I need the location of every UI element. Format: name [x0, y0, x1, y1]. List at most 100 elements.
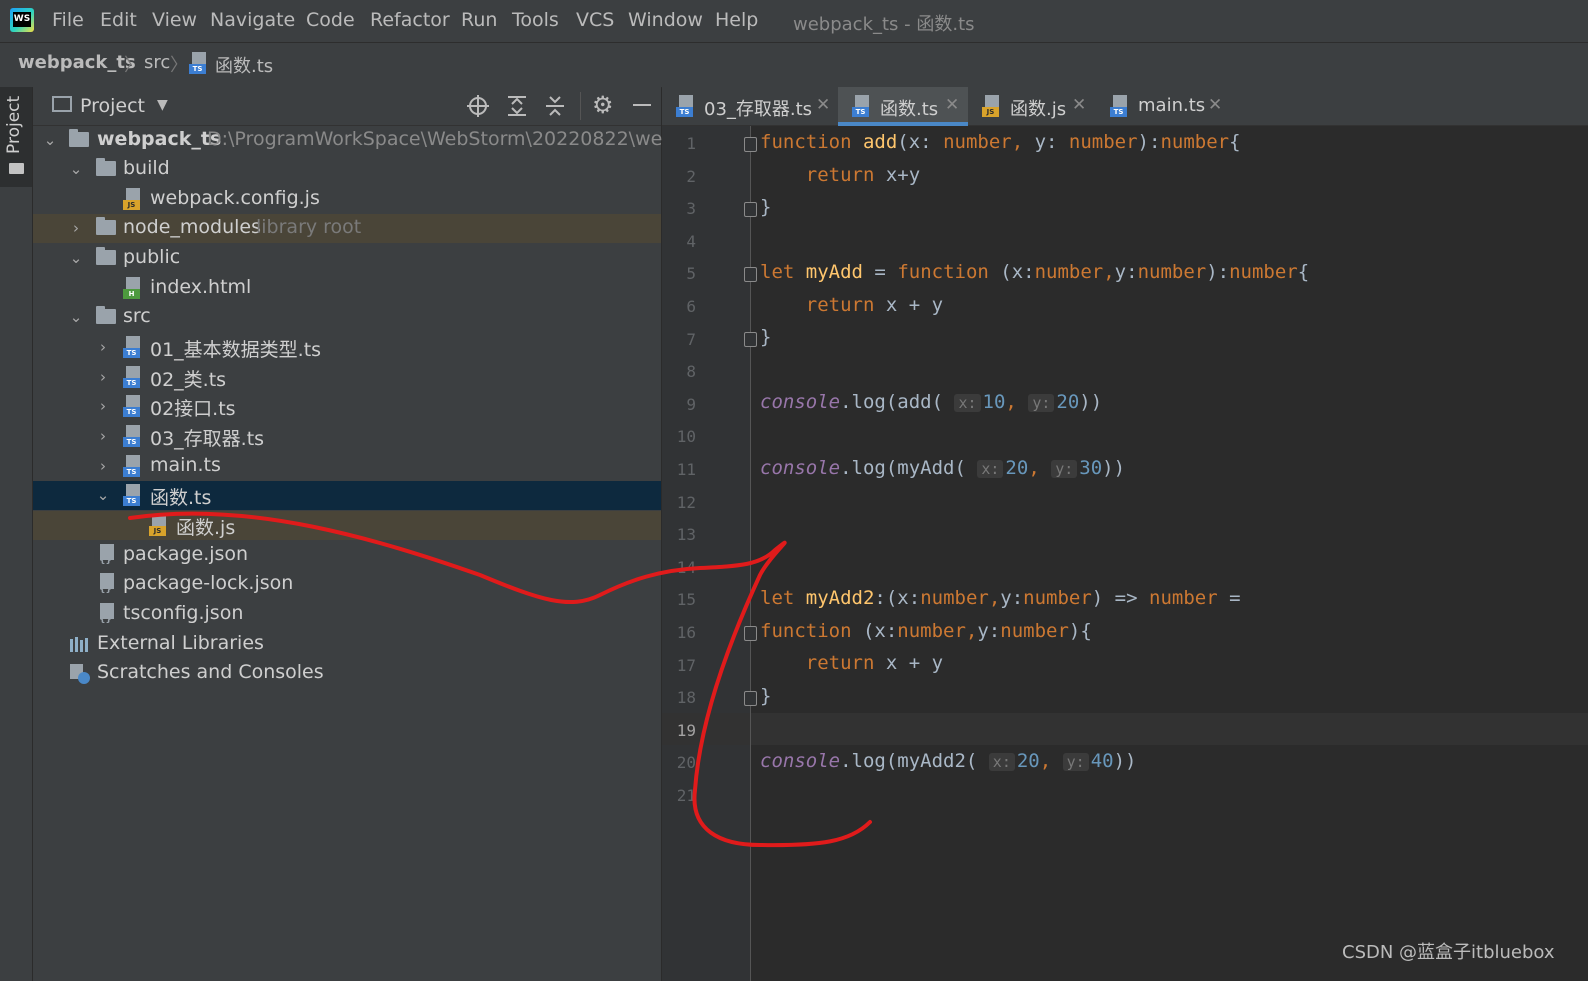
line-number: 11: [676, 460, 696, 479]
breadcrumb-project[interactable]: webpack_ts: [18, 52, 136, 73]
tree-item-hanshu-js[interactable]: JS 函数.js: [33, 511, 661, 540]
menu-help[interactable]: Help: [715, 9, 758, 31]
chevron-right-icon[interactable]: ›: [93, 426, 113, 446]
fold-marker-icon[interactable]: [744, 691, 757, 706]
code-line-2[interactable]: return x+y: [760, 164, 920, 186]
code-line-20[interactable]: console.log(myAdd2( x: 20, y: 40)): [760, 750, 1137, 772]
menu-edit[interactable]: Edit: [100, 9, 137, 31]
tree-item-03[interactable]: › TS 03_存取器.ts: [33, 422, 661, 451]
menu-navigate[interactable]: Navigate: [210, 9, 295, 31]
chevron-right-icon[interactable]: ›: [93, 396, 113, 416]
chevron-right-icon[interactable]: ›: [66, 218, 86, 238]
fold-marker-icon[interactable]: [744, 202, 757, 217]
chevron-down-icon[interactable]: ⌄: [66, 307, 86, 327]
folder-icon: [69, 129, 89, 147]
code-line-5[interactable]: let myAdd = function (x:number,y:number)…: [760, 261, 1309, 283]
menu-window[interactable]: Window: [628, 9, 703, 31]
menu-run[interactable]: Run: [461, 9, 497, 31]
window-title: webpack_ts - 函数.ts: [793, 14, 975, 35]
menu-file[interactable]: File: [52, 9, 84, 31]
code-line-7[interactable]: }: [760, 326, 771, 348]
tree-item-01[interactable]: › TS 01_基本数据类型.ts: [33, 333, 661, 362]
line-number: 21: [676, 786, 696, 805]
breadcrumb-file[interactable]: 函数.ts: [215, 52, 273, 78]
chevron-down-icon[interactable]: ⌄: [66, 248, 86, 268]
project-panel-title[interactable]: Project: [80, 95, 145, 117]
code-line-18[interactable]: }: [760, 685, 771, 707]
gear-icon[interactable]: ⚙: [592, 91, 614, 119]
line-number: 4: [686, 232, 696, 251]
code-line-9[interactable]: console.log(add( x: 10, y: 20)): [760, 391, 1102, 413]
tree-item-external-libraries[interactable]: External Libraries: [33, 630, 661, 659]
tab-hanshu-ts[interactable]: TS 函数.ts ✕: [838, 87, 968, 125]
tree-item-hanshu-ts[interactable]: ⌄ TS 函数.ts: [33, 481, 661, 510]
tree-item-webpack-config[interactable]: JS webpack.config.js: [33, 185, 661, 214]
tree-item-02-interface[interactable]: › TS 02接口.ts: [33, 392, 661, 421]
code-line-1[interactable]: function add(x: number, y: number):numbe…: [760, 131, 1241, 153]
menu-tools[interactable]: Tools: [512, 9, 559, 31]
tree-item-label: public: [123, 246, 181, 268]
code-line-11[interactable]: console.log(myAdd( x: 20, y: 30)): [760, 457, 1125, 479]
tree-item-02-class[interactable]: › TS 02_类.ts: [33, 363, 661, 392]
folder-icon: [96, 217, 116, 235]
tab-03-accessor[interactable]: TS 03_存取器.ts ✕: [662, 87, 838, 125]
line-number: 1: [686, 134, 696, 153]
folder-icon: [96, 158, 116, 176]
scratches-icon: [70, 664, 90, 684]
tree-item-package-json[interactable]: {} package.json: [33, 541, 661, 570]
fold-marker-icon[interactable]: [744, 267, 757, 282]
collapse-all-icon[interactable]: [544, 94, 566, 118]
minimize-icon[interactable]: [633, 104, 651, 106]
code-line-17[interactable]: return x + y: [760, 652, 943, 674]
chevron-down-icon[interactable]: ▼: [157, 97, 168, 113]
line-number: 15: [676, 590, 696, 609]
tree-item-src[interactable]: ⌄ src: [33, 303, 661, 332]
close-icon[interactable]: ✕: [1208, 95, 1222, 115]
tree-item-label: 02接口.ts: [150, 398, 236, 420]
locate-icon[interactable]: [466, 94, 490, 118]
line-number: 14: [676, 558, 696, 577]
tree-item-label: 01_基本数据类型.ts: [150, 339, 322, 361]
chevron-right-icon[interactable]: ›: [93, 337, 113, 357]
menu-vcs[interactable]: VCS: [576, 9, 614, 31]
tree-item-label: Scratches and Consoles: [97, 661, 324, 683]
menu-code[interactable]: Code: [306, 9, 355, 31]
close-icon[interactable]: ✕: [816, 95, 830, 115]
tree-item-node-modules[interactable]: › node_modules library root: [33, 214, 661, 243]
project-view-icon: [52, 96, 72, 112]
fold-marker-icon[interactable]: [744, 626, 757, 641]
tree-item-tsconfig[interactable]: {} tsconfig.json: [33, 600, 661, 629]
tree-item-index-html[interactable]: H index.html: [33, 274, 661, 303]
tree-item-main-ts[interactable]: › TS main.ts: [33, 452, 661, 481]
tab-hanshu-js[interactable]: JS 函数.js ✕: [968, 87, 1096, 125]
tree-item-webpack-ts[interactable]: ⌄ webpack_ts D:\ProgramWorkSpace\WebStor…: [33, 126, 747, 155]
menu-view[interactable]: View: [152, 9, 197, 31]
line-number: 8: [686, 362, 696, 381]
code-line-16[interactable]: function (x:number,y:number){: [760, 620, 1092, 642]
expand-all-icon[interactable]: [506, 94, 528, 118]
tree-item-build[interactable]: ⌄ build: [33, 155, 661, 184]
fold-marker-icon[interactable]: [744, 332, 757, 347]
tree-item-scratches[interactable]: Scratches and Consoles: [33, 659, 661, 688]
menu-refactor[interactable]: Refactor: [370, 9, 450, 31]
chevron-down-icon[interactable]: ⌄: [40, 130, 60, 150]
fold-marker-icon[interactable]: [744, 137, 757, 152]
tree-item-label: package.json: [123, 543, 249, 565]
chevron-down-icon[interactable]: ⌄: [66, 159, 86, 179]
project-tool-label[interactable]: Project: [4, 96, 24, 154]
chevron-down-icon[interactable]: ⌄: [93, 485, 113, 505]
breadcrumb-separator: 〉: [124, 55, 142, 76]
close-icon[interactable]: ✕: [1072, 95, 1086, 115]
chevron-right-icon[interactable]: ›: [93, 456, 113, 476]
param-hint-x: x:: [954, 394, 981, 412]
chevron-right-icon[interactable]: ›: [93, 367, 113, 387]
code-line-15[interactable]: let myAdd2:(x:number,y:number) => number…: [760, 587, 1241, 609]
json-file-icon: {}: [97, 603, 117, 625]
close-icon[interactable]: ✕: [945, 95, 959, 115]
tab-main-ts[interactable]: TS main.ts ✕: [1096, 87, 1236, 125]
tree-item-package-lock[interactable]: {} package-lock.json: [33, 570, 661, 599]
code-line-6[interactable]: return x + y: [760, 294, 943, 316]
code-line-3[interactable]: }: [760, 196, 771, 218]
breadcrumb-src[interactable]: src: [144, 52, 170, 73]
tree-item-public[interactable]: ⌄ public: [33, 244, 661, 273]
